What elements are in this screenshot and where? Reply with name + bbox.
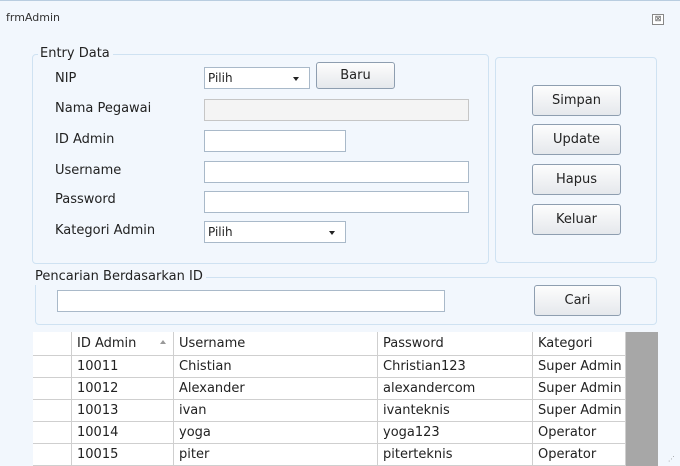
cell-id-admin[interactable]: 10014	[72, 422, 174, 443]
cell-password[interactable]: yoga123	[378, 422, 533, 443]
cell-password[interactable]: ivanteknis	[378, 400, 533, 421]
cell-password[interactable]: piterteknis	[378, 444, 533, 465]
row-header[interactable]	[33, 356, 72, 377]
table-row[interactable]: 10014 yoga yoga123 Operator	[33, 422, 626, 444]
cell-id-admin[interactable]: 10011	[72, 356, 174, 377]
cell-password[interactable]: Christian123	[378, 356, 533, 377]
search-id-field[interactable]	[57, 290, 445, 312]
kategori-admin-combobox-value: Pilih	[208, 225, 233, 239]
admin-data-grid[interactable]: ID Admin Username Password Kategori 1001…	[33, 332, 658, 466]
column-header-label: ID Admin	[77, 336, 137, 351]
nip-combobox-value: Pilih	[208, 71, 233, 85]
cell-username[interactable]: piter	[174, 444, 378, 465]
row-header[interactable]	[33, 378, 72, 399]
table-row[interactable]: 10012 Alexander alexandercom Super Admin	[33, 378, 626, 400]
table-row[interactable]: 10013 ivan ivanteknis Super Admin	[33, 400, 626, 422]
admin-window: frmAdmin ⊠ Entry Data NIP Pilih Baru Nam…	[0, 0, 680, 466]
table-row[interactable]: 10015 piter piterteknis Operator	[33, 444, 626, 466]
cell-username[interactable]: yoga	[174, 422, 378, 443]
nama-pegawai-label: Nama Pegawai	[55, 101, 152, 116]
baru-button[interactable]: Baru	[316, 62, 395, 89]
nip-label: NIP	[55, 71, 77, 86]
column-header-id-admin[interactable]: ID Admin	[72, 332, 174, 355]
cell-id-admin[interactable]: 10015	[72, 444, 174, 465]
cell-kategori[interactable]: Operator	[533, 422, 626, 443]
cari-button[interactable]: Cari	[534, 285, 621, 316]
cell-username[interactable]: Chistian	[174, 356, 378, 377]
cell-kategori[interactable]: Operator	[533, 444, 626, 465]
window-title: frmAdmin	[6, 11, 60, 24]
cell-id-admin[interactable]: 10012	[72, 378, 174, 399]
hapus-button[interactable]: Hapus	[532, 164, 621, 195]
sort-ascending-icon	[160, 340, 166, 344]
kategori-admin-combobox[interactable]: Pilih	[204, 221, 346, 243]
cell-username[interactable]: Alexander	[174, 378, 378, 399]
cell-id-admin[interactable]: 10013	[72, 400, 174, 421]
cell-kategori[interactable]: Super Admin	[533, 356, 626, 377]
kategori-admin-label: Kategori Admin	[55, 223, 156, 238]
cell-kategori[interactable]: Super Admin	[533, 400, 626, 421]
nip-combobox[interactable]: Pilih	[204, 67, 310, 89]
id-admin-label: ID Admin	[55, 132, 115, 147]
row-header-corner	[33, 332, 72, 355]
column-header-password[interactable]: Password	[378, 332, 533, 355]
entry-data-legend: Entry Data	[38, 46, 113, 62]
cell-password[interactable]: alexandercom	[378, 378, 533, 399]
row-header[interactable]	[33, 444, 72, 465]
nama-pegawai-field[interactable]	[204, 99, 469, 121]
resize-grip-icon[interactable]: ⋰	[668, 455, 676, 463]
id-admin-field[interactable]	[204, 130, 346, 152]
update-button[interactable]: Update	[532, 124, 621, 155]
column-header-kategori[interactable]: Kategori	[533, 332, 626, 355]
cell-kategori[interactable]: Super Admin	[533, 378, 626, 399]
cell-username[interactable]: ivan	[174, 400, 378, 421]
username-field[interactable]	[204, 161, 469, 183]
title-bar: frmAdmin ⊠	[0, 3, 680, 29]
chevron-down-icon	[329, 231, 335, 235]
row-header[interactable]	[33, 422, 72, 443]
close-icon[interactable]: ⊠	[652, 14, 664, 25]
grid-header: ID Admin Username Password Kategori	[33, 332, 626, 356]
row-header[interactable]	[33, 400, 72, 421]
password-label: Password	[55, 192, 116, 207]
simpan-button[interactable]: Simpan	[532, 85, 621, 116]
chevron-down-icon	[293, 77, 299, 81]
keluar-button[interactable]: Keluar	[532, 204, 621, 235]
password-field[interactable]	[204, 191, 469, 213]
search-legend: Pencarian Berdasarkan ID	[33, 269, 206, 285]
column-header-username[interactable]: Username	[174, 332, 378, 355]
username-label: Username	[55, 163, 122, 178]
table-row[interactable]: 10011 Chistian Christian123 Super Admin	[33, 356, 626, 378]
